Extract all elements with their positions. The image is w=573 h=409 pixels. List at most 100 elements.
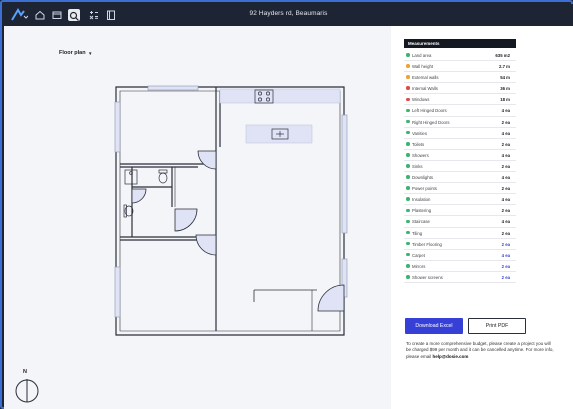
measurement-name: Tiling (412, 230, 423, 236)
status-dot-icon (406, 230, 410, 235)
measurement-value: 4 ea (501, 152, 510, 158)
measurement-row[interactable]: Mirrors 2 ea (404, 261, 516, 272)
measurement-value: 2 ea (501, 163, 510, 169)
measurement-row[interactable]: Toilets 2 ea (404, 139, 516, 150)
measurement-name: Windows (412, 97, 430, 103)
measurement-row[interactable]: Land area 635 m2 (404, 50, 516, 62)
measurement-name: Downlights (412, 175, 434, 181)
measurement-row[interactable]: External walls 54 m (404, 72, 516, 84)
status-dot-icon (406, 64, 410, 68)
measurement-value: 2 ea (501, 141, 510, 147)
measurements-header: Measurements (404, 39, 516, 48)
status-dot-icon (406, 86, 410, 91)
measurement-value: 4 ea (501, 197, 510, 203)
measurement-value: 4 ea (501, 108, 510, 114)
status-dot-icon (406, 208, 410, 213)
measurement-row[interactable]: Showers 4 ea (404, 150, 516, 161)
measurement-value: 2 ea (501, 263, 510, 269)
measurement-value: 4 ea (501, 219, 510, 225)
measurement-value: 36 m (500, 86, 510, 92)
floor-selector-label[interactable]: Floor plan (59, 50, 86, 56)
budget-note-text: To create a more comprehensive budget, p… (406, 341, 554, 359)
measurement-name: Plastering (412, 208, 432, 214)
measurement-name: Wall height (412, 64, 434, 70)
measurement-value: 54 m (500, 75, 510, 81)
status-dot-icon (406, 119, 410, 124)
measurement-value: 4 ea (501, 130, 510, 136)
measurement-name: Shower screens (412, 274, 443, 280)
status-dot-icon (406, 219, 410, 224)
measurement-row[interactable]: Plastering 2 ea (404, 205, 516, 217)
measurement-value: 2 ea (501, 241, 510, 247)
measurement-name: Left Hinged Doors (412, 108, 447, 114)
measurement-row[interactable]: Power points 2 ea (404, 183, 516, 195)
measurement-value: 2 ea (501, 274, 510, 280)
status-dot-icon (406, 164, 410, 168)
top-toolbar: 92 Hayders rd, Beaumaris (4, 4, 573, 26)
status-dot-icon (406, 141, 410, 146)
doors (131, 150, 345, 312)
measurement-name: Carpet (412, 252, 425, 258)
status-dot-icon (406, 175, 410, 179)
status-dot-icon (406, 241, 410, 246)
status-dot-icon (406, 252, 410, 257)
kitchen-counter (219, 88, 341, 104)
measurement-name: Mirrors (412, 263, 426, 269)
measurement-name: Showers (412, 152, 429, 158)
status-dot-icon (406, 186, 410, 190)
measurement-name: Vanities (412, 130, 427, 136)
status-dot-icon (406, 75, 410, 79)
measurement-value: 2 ea (501, 119, 510, 125)
measurement-name: Timber Flooring (412, 241, 442, 247)
measurement-name: Internal Walls (412, 86, 438, 92)
windows (114, 85, 348, 318)
measurement-row[interactable]: Timber Flooring 2 ea (404, 239, 516, 250)
status-dot-icon (406, 108, 410, 113)
status-dot-icon (406, 130, 410, 135)
status-dot-icon (406, 197, 410, 201)
support-email-link[interactable]: help@dosie.com (433, 354, 469, 359)
download-excel-button[interactable]: Download Excel (405, 318, 463, 334)
measurement-row[interactable]: Windows 18 m (404, 94, 516, 106)
measurement-name: Sinks (412, 163, 423, 169)
app-window: 92 Hayders rd, Beaumaris Floor plan ▼ N … (0, 0, 573, 409)
measurement-row[interactable]: Sinks 2 ea (404, 161, 516, 173)
measurement-value: 2 ea (501, 208, 510, 214)
measurement-row[interactable]: Internal Walls 36 m (404, 83, 516, 95)
measurement-value: 4 ea (501, 252, 510, 258)
measurement-row[interactable]: Vanities 4 ea (404, 128, 516, 139)
measurement-row[interactable]: Right Hinged Doors 2 ea (404, 117, 516, 128)
measurement-row[interactable]: Staircase 4 ea (404, 216, 516, 228)
measurement-value: 2 ea (501, 230, 510, 236)
measurements-list: Land area 635 m2 Wall height 2.7 m External … (404, 50, 516, 283)
measurement-name: Right Hinged Doors (412, 119, 450, 125)
measurement-name: Staircase (412, 219, 430, 225)
measurement-value: 18 m (500, 97, 510, 103)
measurement-row[interactable]: Insulation 4 ea (404, 194, 516, 206)
status-dot-icon (406, 97, 410, 102)
measurement-row[interactable]: Carpet 4 ea (404, 250, 516, 261)
measurement-row[interactable]: Tiling 2 ea (404, 228, 516, 239)
measurement-value: 2.7 m (499, 64, 510, 70)
compass-icon (15, 379, 39, 403)
measurement-row[interactable]: Left Hinged Doors 4 ea (404, 105, 516, 117)
measurement-value: 4 ea (501, 175, 510, 181)
compass-label: N (23, 369, 27, 375)
print-pdf-button[interactable]: Print PDF (468, 318, 526, 334)
measurement-name: Power points (412, 186, 437, 192)
chevron-down-icon[interactable]: ▼ (88, 51, 92, 56)
measurement-value: 635 m2 (495, 53, 510, 58)
measurement-name: Toilets (412, 141, 425, 147)
status-dot-icon (406, 263, 410, 268)
measurement-name: External walls (412, 75, 439, 81)
status-dot-icon (406, 53, 410, 57)
measurement-row[interactable]: Wall height 2.7 m (404, 61, 516, 73)
budget-note: To create a more comprehensive budget, p… (406, 341, 554, 360)
measurement-name: Land area (412, 53, 432, 58)
measurement-row[interactable]: Shower screens 2 ea (404, 272, 516, 283)
measurement-row[interactable]: Downlights 4 ea (404, 172, 516, 184)
window-title: 92 Hayders rd, Beaumaris (249, 10, 328, 17)
status-dot-icon (406, 275, 410, 279)
floor-plan-drawing[interactable] (112, 77, 362, 347)
measurement-value: 2 ea (501, 186, 510, 192)
